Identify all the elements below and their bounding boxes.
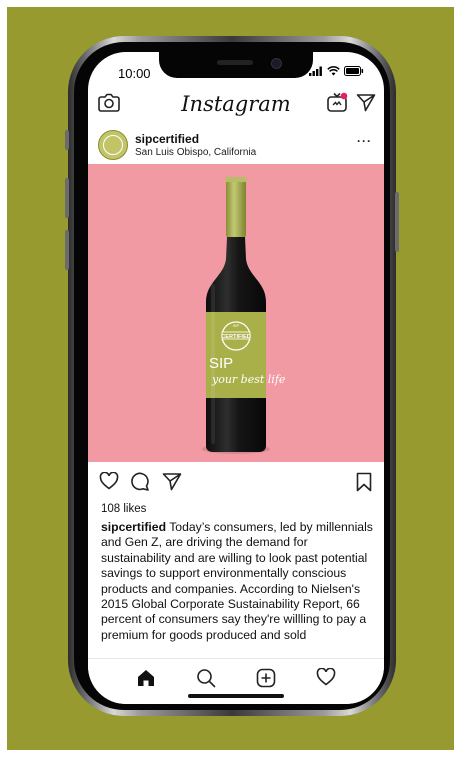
more-options-icon[interactable]: ··· — [357, 134, 372, 148]
caption-text: Today’s consumers, led by millennials an… — [101, 520, 373, 642]
post-location[interactable]: San Luis Obispo, California — [135, 147, 256, 158]
label-tagline-text: your best life — [211, 373, 286, 386]
power-button — [395, 192, 399, 252]
notch — [159, 52, 313, 78]
paper-plane-icon[interactable] — [356, 93, 376, 117]
status-time: 10:00 — [118, 66, 151, 81]
front-camera — [271, 58, 282, 69]
home-indicator[interactable] — [188, 694, 284, 698]
like-heart-icon[interactable] — [99, 471, 119, 495]
home-icon[interactable] — [136, 668, 156, 693]
status-icons — [309, 66, 364, 76]
post-header: sipcertified San Luis Obispo, California… — [88, 124, 384, 164]
post-caption: sipcertified Today’s consumers, led by m… — [101, 520, 377, 660]
battery-icon — [344, 66, 364, 76]
post-image[interactable]: CERTIFIED SIP SIP your best life — [88, 164, 384, 462]
post-username[interactable]: sipcertified — [135, 132, 199, 146]
volume-up-button — [65, 178, 69, 218]
share-icon[interactable] — [162, 472, 182, 496]
comment-icon[interactable] — [130, 472, 150, 496]
avatar-badge — [103, 135, 123, 155]
instagram-header: Instagram — [88, 86, 384, 122]
igtv-icon[interactable] — [326, 91, 348, 118]
add-post-icon[interactable] — [256, 668, 276, 693]
label-badge-sip-text: SIP — [233, 323, 240, 328]
speaker — [217, 60, 253, 65]
wifi-icon — [327, 66, 340, 76]
volume-down-button — [65, 230, 69, 270]
signal-icon — [309, 66, 322, 76]
likes-count[interactable]: 108 likes — [101, 503, 146, 515]
caption-username[interactable]: sipcertified — [101, 520, 166, 534]
wine-bottle-image: CERTIFIED SIP SIP your best life — [202, 177, 286, 454]
post-actions — [88, 471, 384, 497]
silent-switch — [65, 130, 69, 150]
label-certified-text: CERTIFIED — [221, 334, 251, 340]
heart-icon[interactable] — [316, 667, 336, 691]
search-icon[interactable] — [196, 668, 216, 693]
phone-screen: 10:00 Instagram sipcertified San Luis Ob… — [88, 52, 384, 704]
avatar[interactable] — [98, 130, 128, 160]
bookmark-icon[interactable] — [356, 472, 372, 497]
